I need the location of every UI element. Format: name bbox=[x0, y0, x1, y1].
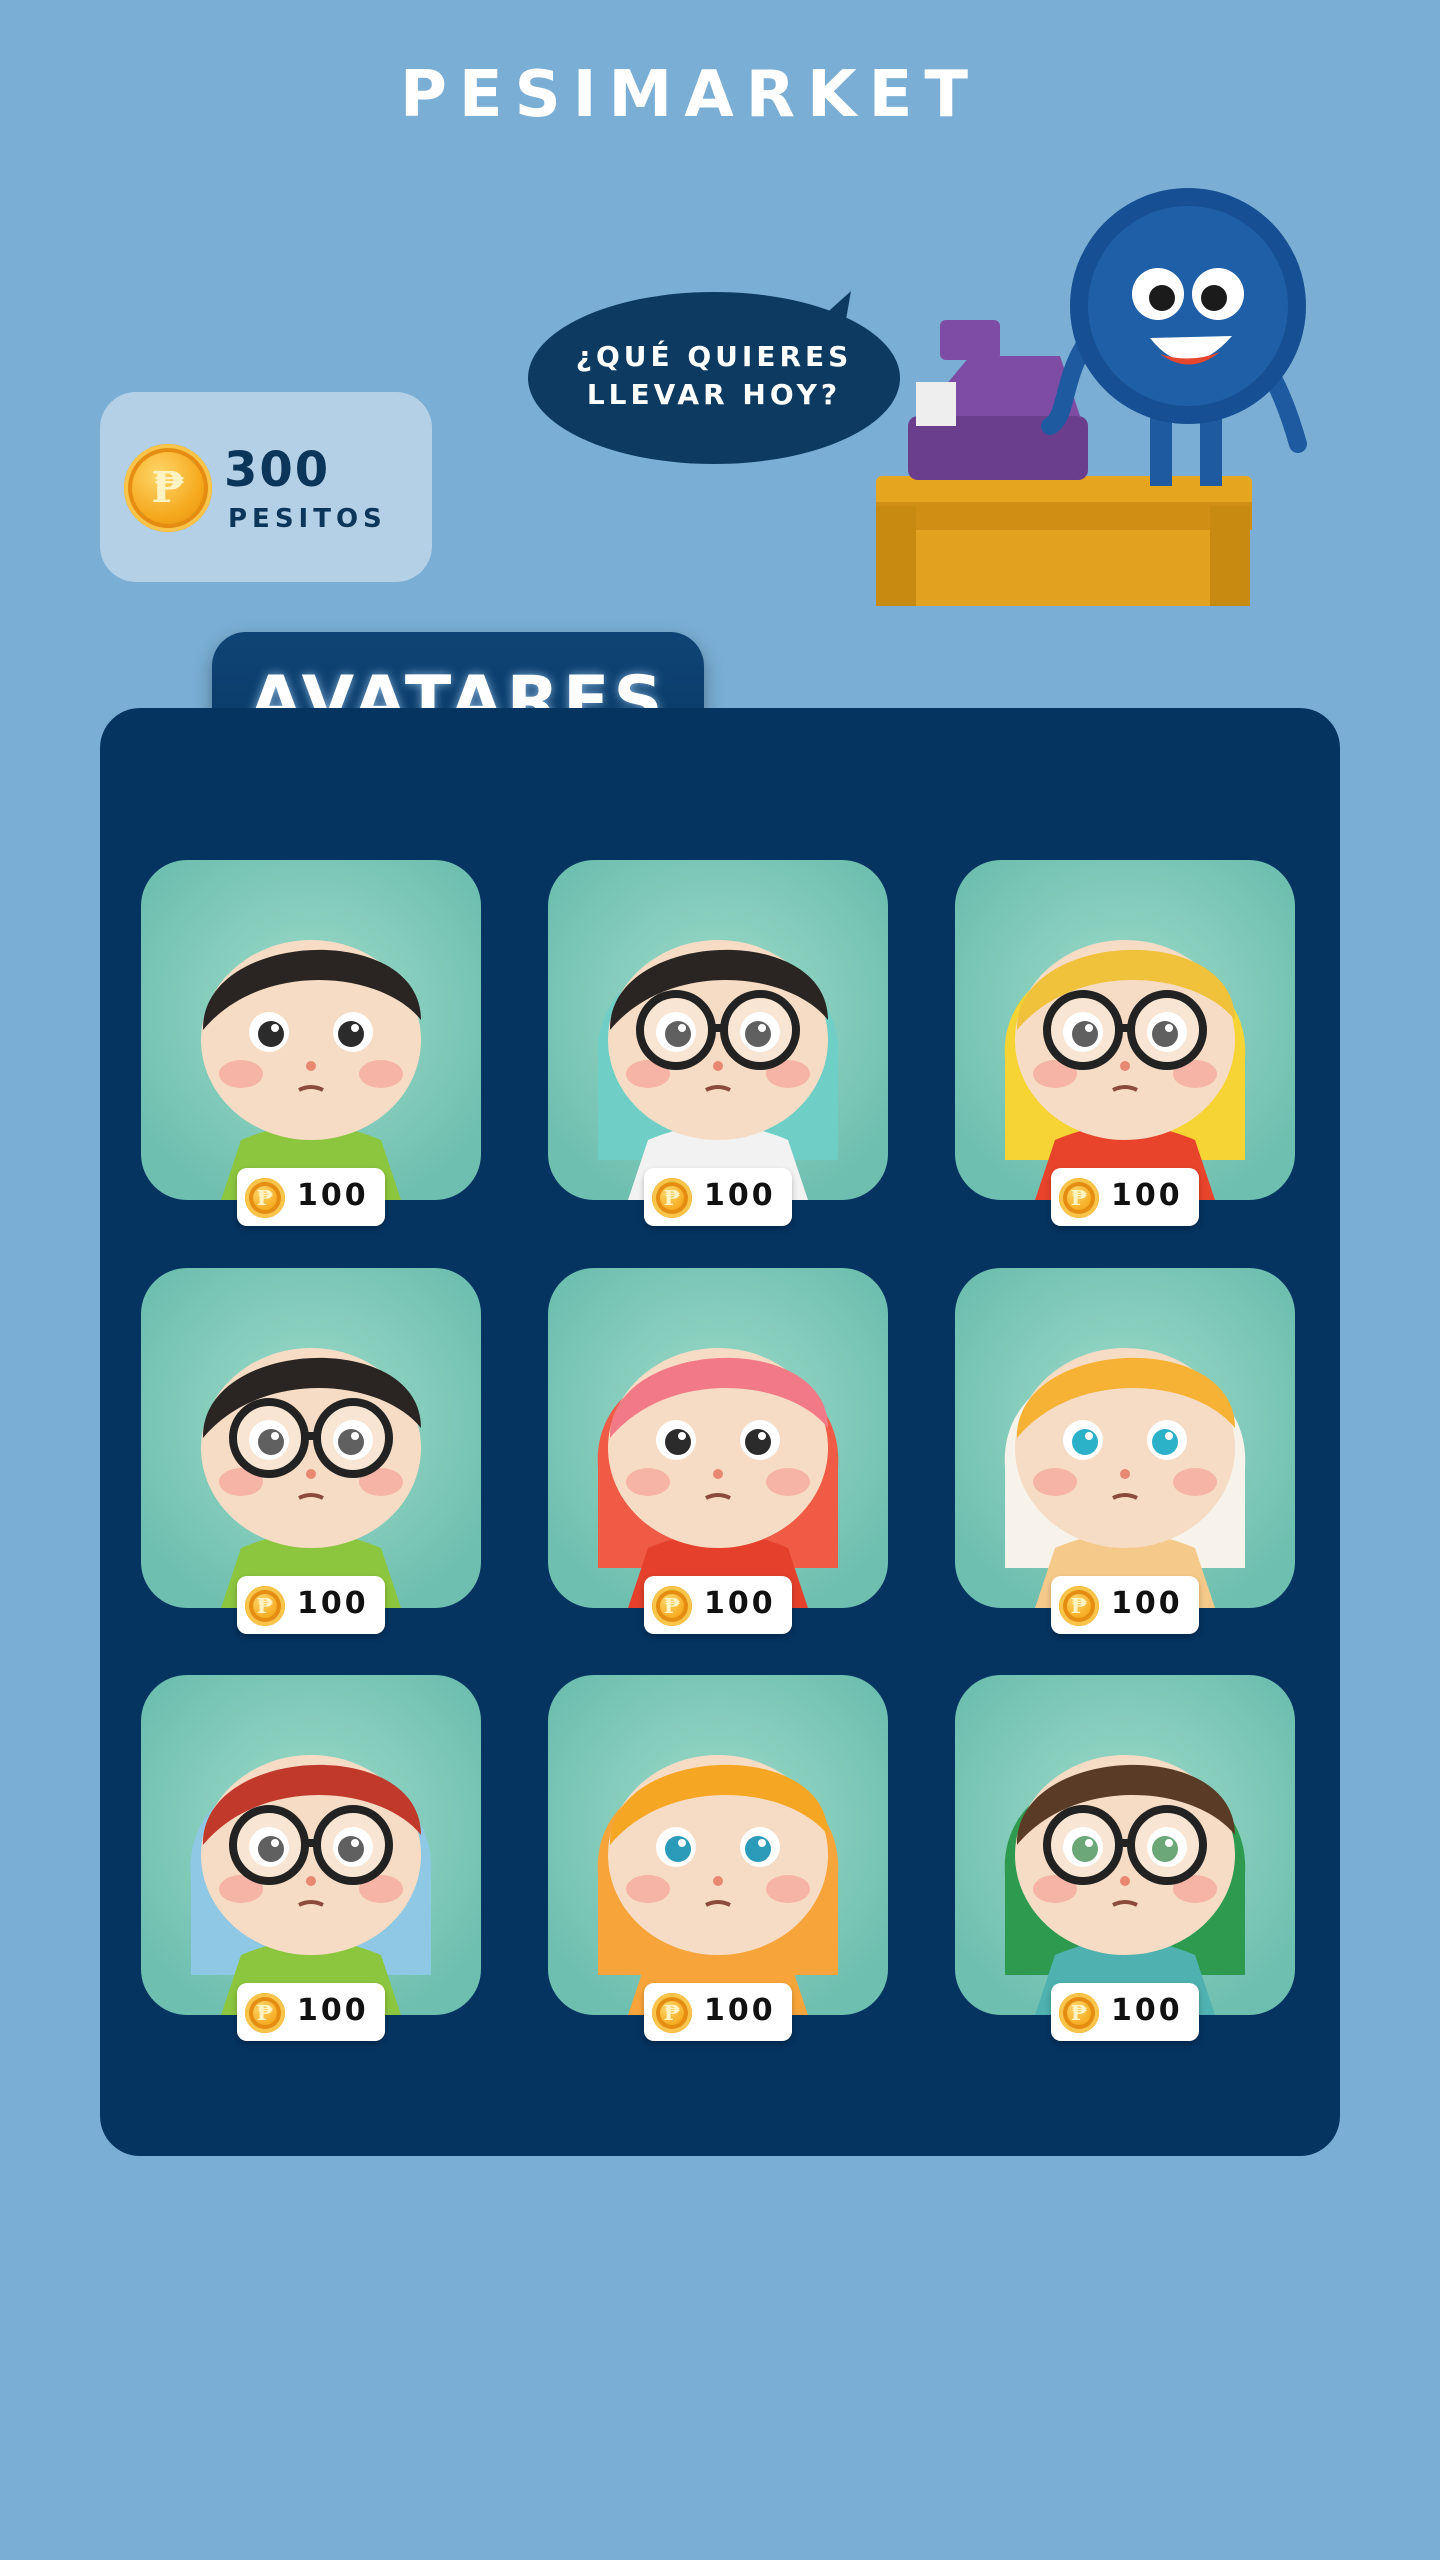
price-tag: ₱ 100 bbox=[1051, 1983, 1199, 2041]
price-tag: ₱ 100 bbox=[644, 1168, 792, 1226]
avatar-portrait bbox=[597, 1755, 839, 2015]
price-tag: ₱ 100 bbox=[1051, 1168, 1199, 1226]
avatar-card[interactable]: ₱ 100 bbox=[955, 1268, 1295, 1634]
svg-text:₱: ₱ bbox=[257, 1185, 273, 1210]
peso-coin-icon: ₱ bbox=[652, 1178, 692, 1218]
avatar-card[interactable]: ₱ 100 bbox=[548, 860, 888, 1226]
balance-amount: 300 bbox=[224, 442, 331, 498]
peso-coin-icon: ₱ bbox=[1059, 1586, 1099, 1626]
avatar-card[interactable]: ₱ 100 bbox=[141, 1675, 481, 2041]
avatar-portrait bbox=[1004, 1755, 1246, 2015]
svg-text:₱: ₱ bbox=[664, 2000, 680, 2025]
price-value: 100 bbox=[1111, 1178, 1183, 1213]
avatar-card[interactable]: ₱ 100 bbox=[955, 860, 1295, 1226]
svg-text:₱: ₱ bbox=[257, 2000, 273, 2025]
price-tag: ₱ 100 bbox=[644, 1983, 792, 2041]
svg-text:₱: ₱ bbox=[257, 1593, 273, 1618]
svg-text:₱: ₱ bbox=[664, 1593, 680, 1618]
price-tag: ₱ 100 bbox=[237, 1576, 385, 1634]
speech-bubble: ¿QUÉ QUIERES LLEVAR HOY? bbox=[528, 292, 900, 464]
avatar-card[interactable]: ₱ 100 bbox=[955, 1675, 1295, 2041]
svg-text:₱: ₱ bbox=[1071, 2000, 1087, 2025]
avatar-portrait bbox=[201, 940, 421, 1200]
peso-coin-icon: ₱ bbox=[245, 1586, 285, 1626]
price-tag: ₱ 100 bbox=[1051, 1576, 1199, 1634]
price-value: 100 bbox=[704, 1586, 776, 1621]
price-value: 100 bbox=[1111, 1993, 1183, 2028]
price-value: 100 bbox=[704, 1178, 776, 1213]
avatar-portrait bbox=[190, 1755, 432, 2015]
avatar-portrait bbox=[597, 1348, 839, 1608]
svg-text:₱: ₱ bbox=[664, 1185, 680, 1210]
avatar-card[interactable]: ₱ 100 bbox=[548, 1675, 888, 2041]
price-tag: ₱ 100 bbox=[644, 1576, 792, 1634]
avatar-portrait bbox=[1004, 940, 1246, 1200]
avatar-card[interactable]: ₱ 100 bbox=[141, 1268, 481, 1634]
price-value: 100 bbox=[297, 1178, 369, 1213]
peso-coin-icon: ₱ bbox=[652, 1586, 692, 1626]
peso-coin-icon: ₱ bbox=[245, 1178, 285, 1218]
price-value: 100 bbox=[297, 1586, 369, 1621]
balance-unit: PESITOS bbox=[228, 504, 387, 534]
peso-coin-icon: ₱ bbox=[1059, 1178, 1099, 1218]
app-title: PESIMARKET bbox=[400, 58, 980, 132]
price-value: 100 bbox=[704, 1993, 776, 2028]
price-tag: ₱ 100 bbox=[237, 1983, 385, 2041]
coin-mascot-illustration bbox=[876, 188, 1307, 606]
speech-line-2: LLEVAR HOY? bbox=[586, 378, 842, 411]
avatar-portrait bbox=[597, 940, 839, 1200]
svg-text:₱: ₱ bbox=[151, 462, 184, 512]
peso-coin-icon: ₱ bbox=[245, 1993, 285, 2033]
avatar-portrait bbox=[201, 1348, 421, 1608]
price-value: 100 bbox=[1111, 1586, 1183, 1621]
svg-text:₱: ₱ bbox=[1071, 1185, 1087, 1210]
svg-text:₱: ₱ bbox=[1071, 1593, 1087, 1618]
peso-coin-icon: ₱ bbox=[124, 444, 212, 532]
speech-line-1: ¿QUÉ QUIERES bbox=[575, 340, 853, 373]
price-tag: ₱ 100 bbox=[237, 1168, 385, 1226]
price-value: 100 bbox=[297, 1993, 369, 2028]
avatar-card[interactable]: ₱ 100 bbox=[141, 860, 481, 1226]
avatar-card[interactable]: ₱ 100 bbox=[548, 1268, 888, 1634]
peso-coin-icon: ₱ bbox=[652, 1993, 692, 2033]
peso-coin-icon: ₱ bbox=[1059, 1993, 1099, 2033]
balance-card: ₱ 300 PESITOS bbox=[100, 392, 432, 582]
avatar-portrait bbox=[1004, 1348, 1246, 1608]
